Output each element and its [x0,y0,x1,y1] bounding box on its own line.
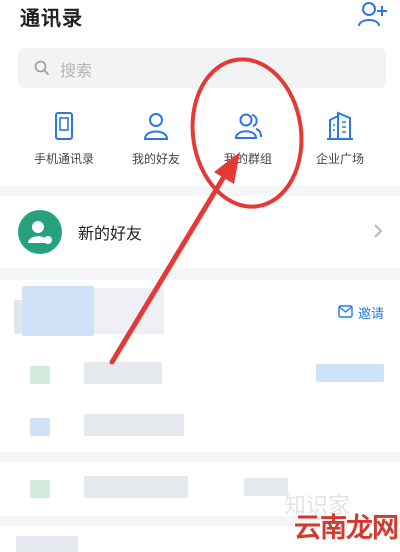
add-contact-icon[interactable] [356,0,388,28]
watermark-text: 云南龙网 [294,513,399,544]
blurred-text [316,364,384,382]
shortcut-my-friends[interactable]: 我的好友 [106,100,206,180]
blurred-avatar [22,286,94,336]
search-placeholder: 搜索 [60,61,93,80]
blurred-text [84,362,162,384]
new-friends-row[interactable]: 新的好友 [0,200,400,264]
shortcut-row: 手机通讯录 我的好友 我的群组 企业广场 [0,100,400,180]
section-divider [0,186,400,196]
shortcut-my-groups[interactable]: 我的群组 [198,100,298,180]
chevron-right-icon [374,224,383,238]
person-icon [143,113,169,140]
page-title: 通讯录 [20,6,83,30]
phone-book-icon [55,112,73,140]
group-icon [234,113,262,139]
blurred-text [84,414,184,436]
search-icon [34,60,50,76]
shortcut-label: 我的好友 [131,152,180,166]
new-friends-label: 新的好友 [78,224,143,243]
blurred-text [94,288,164,334]
blurred-avatar [30,480,50,498]
blurred-text [244,478,288,496]
invite-label: 邀请 [358,307,385,322]
search-bar[interactable]: 搜索 [18,48,386,88]
blurred-text [16,536,78,552]
header: 通讯录 [0,0,400,44]
shortcut-label: 我的群组 [223,152,272,166]
shortcut-label: 企业广场 [315,152,364,166]
blurred-text [84,476,188,498]
new-friend-icon [28,221,52,244]
building-icon [327,111,353,140]
shortcut-label: 手机通讯录 [33,152,94,166]
section-divider [0,268,400,280]
blurred-text [14,300,22,334]
section-divider [0,452,400,462]
shortcut-phone-contacts[interactable]: 手机通讯录 [14,100,114,180]
shortcut-enterprise-plaza[interactable]: 企业广场 [290,100,390,180]
mail-icon [338,305,353,318]
blurred-avatar [30,418,50,436]
avatar [18,210,62,254]
blurred-avatar [30,366,50,384]
